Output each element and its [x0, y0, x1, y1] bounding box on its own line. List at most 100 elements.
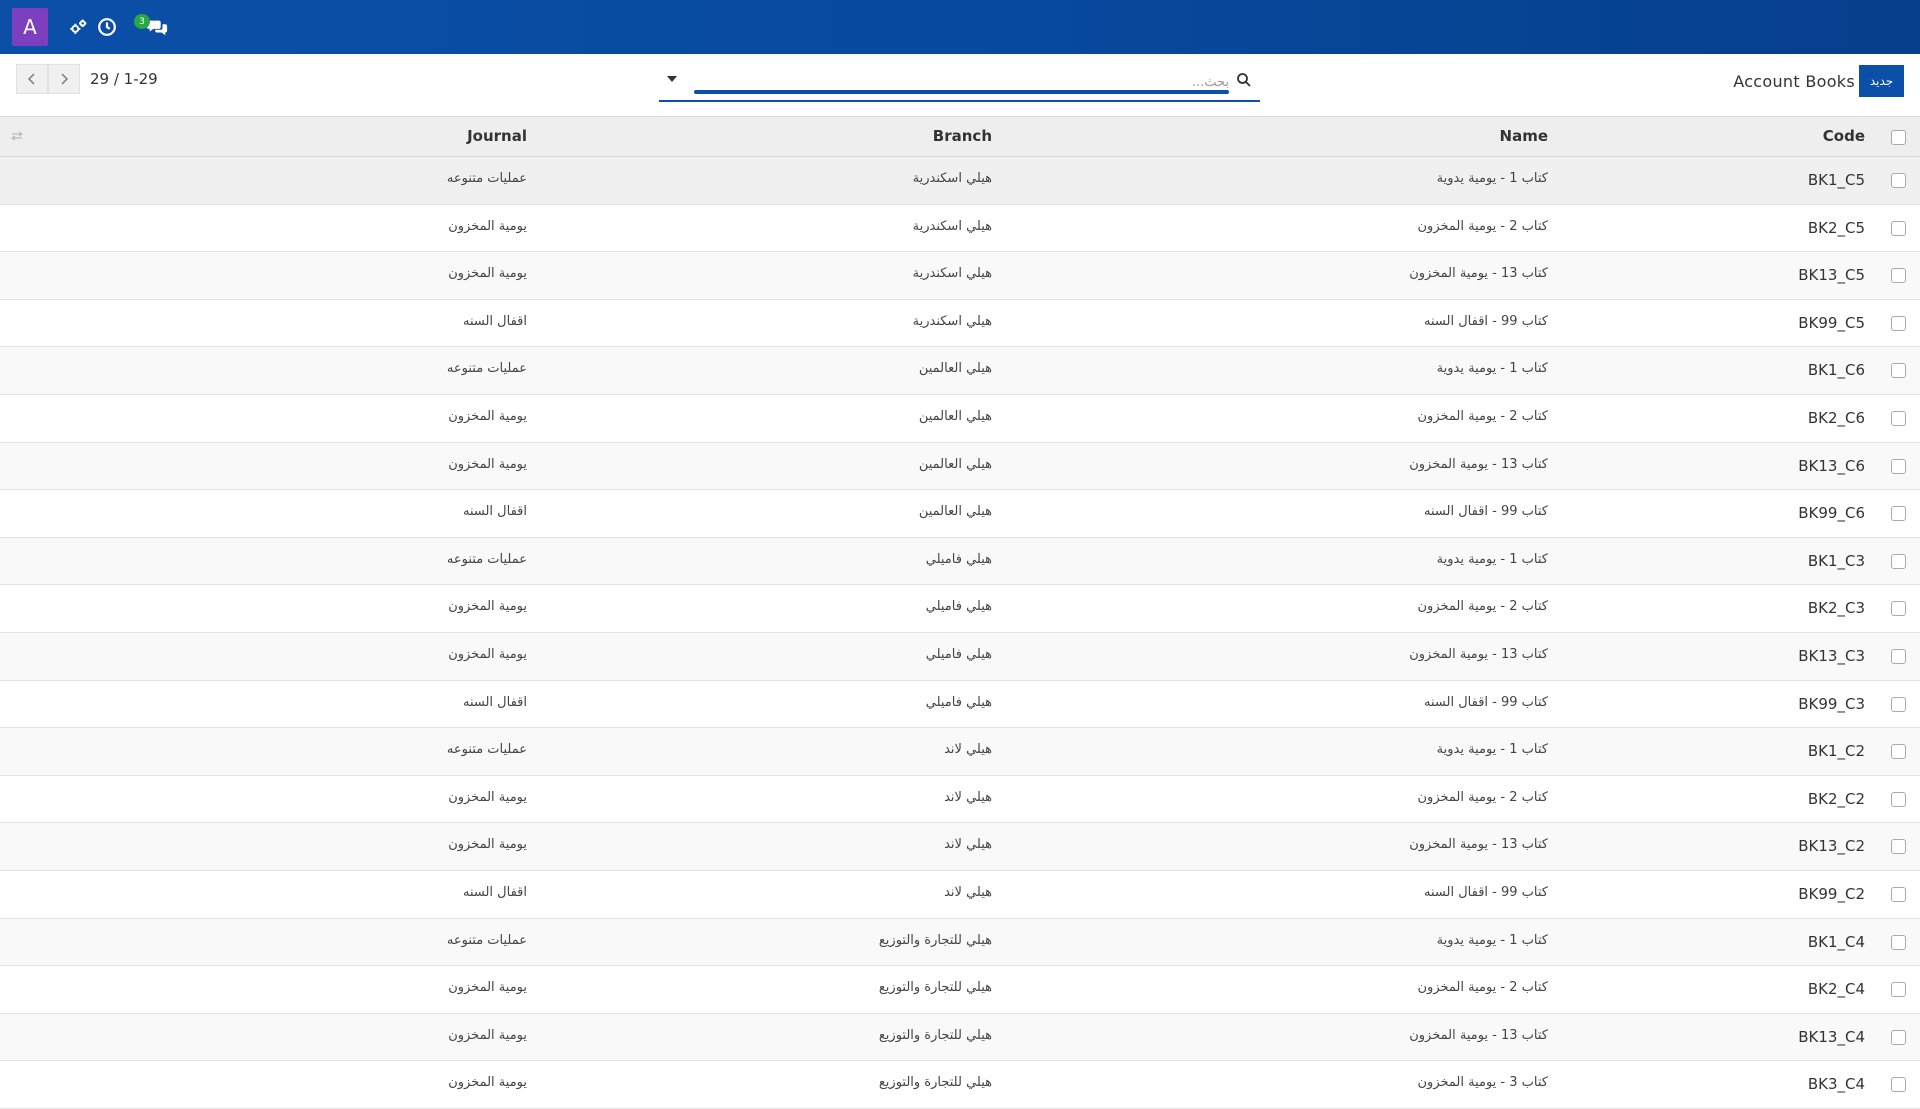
table-row[interactable]: يومية المخزون هيلي للتجارة والتوزيع كتاب 3… — [0, 1061, 1920, 1109]
row-journal: يومية المخزون — [448, 980, 527, 996]
header-code[interactable]: Code — [1823, 127, 1865, 145]
row-name: كتاب 99 - اقفال السنه — [1424, 884, 1548, 900]
row-journal: يومية المخزون — [448, 646, 527, 662]
table-row[interactable]: يومية المخزون هيلي العالمين كتاب 13 - يومي… — [0, 442, 1920, 491]
row-name: كتاب 2 - يومية المخزون — [1417, 599, 1549, 615]
row-journal: اقفال السنه — [462, 694, 527, 710]
row-branch: هيلي العالمين — [918, 504, 992, 520]
search-bar — [659, 64, 1260, 102]
row-branch: هيلي للتجارة والتوزيع — [878, 980, 992, 996]
row-checkbox[interactable] — [1891, 648, 1906, 664]
row-checkbox[interactable] — [1891, 1029, 1906, 1045]
select-all-checkbox[interactable] — [1891, 130, 1906, 145]
table-row[interactable]: يومية المخزون هيلي للتجارة والتوزيع كتاب 2… — [0, 966, 1920, 1014]
header-journal[interactable]: Journal — [467, 127, 527, 145]
table-row[interactable]: اقفال السنه هيلي اسكندرية كتاب 99 - اقفال … — [0, 300, 1920, 348]
row-name: كتاب 13 - يومية المخزون — [1409, 1027, 1548, 1043]
account-books-table: Journal Branch Name Code عمليات متنوعه هي… — [0, 117, 1920, 1109]
chat-badge: 3 — [134, 14, 150, 29]
row-branch: هيلي فاميلي — [925, 646, 992, 662]
row-branch: هيلي العالمين — [918, 408, 992, 424]
row-name: كتاب 1 - يومية يدوية — [1436, 932, 1548, 948]
row-code: BK2_C4 — [1807, 980, 1865, 999]
row-journal: يومية المخزون — [448, 266, 527, 282]
table-row[interactable]: عمليات متنوعه هيلي فاميلي كتاب 1 - يومية ي… — [0, 537, 1920, 586]
table-row[interactable]: عمليات متنوعه هيلي لاند كتاب 1 - يومية يدو… — [0, 728, 1920, 776]
row-journal: اقفال السنه — [462, 313, 527, 329]
search-icon[interactable] — [1236, 72, 1252, 88]
table-row[interactable]: عمليات متنوعه هيلي للتجارة والتوزيع كتاب 1… — [0, 918, 1920, 967]
row-journal: اقفال السنه — [462, 504, 527, 520]
new-button[interactable]: جديد — [1859, 65, 1904, 97]
pager-value[interactable]: 29 / 1-29 — [90, 70, 158, 88]
table-row[interactable]: اقفال السنه هيلي فاميلي كتاب 99 - اقفال ال… — [0, 681, 1920, 729]
row-checkbox[interactable] — [1891, 553, 1906, 569]
table-row[interactable]: اقفال السنه هيلي لاند كتاب 99 - اقفال السن… — [0, 871, 1920, 919]
settings-icon[interactable] — [68, 16, 90, 38]
row-journal: عمليات متنوعه — [446, 171, 527, 186]
row-checkbox[interactable] — [1891, 886, 1906, 902]
row-code: BK1_C6 — [1807, 361, 1865, 380]
table-row[interactable]: يومية المخزون هيلي لاند كتاب 2 - يومية الم… — [0, 776, 1920, 824]
row-checkbox[interactable] — [1891, 744, 1906, 760]
row-checkbox[interactable] — [1891, 982, 1906, 998]
row-code: BK2_C2 — [1807, 789, 1865, 808]
row-journal: عمليات متنوعه — [446, 551, 527, 567]
row-name: كتاب 2 - يومية المخزون — [1417, 218, 1549, 234]
table-row[interactable]: يومية المخزون هيلي اسكندرية كتاب 13 - يومي… — [0, 252, 1920, 300]
table-row[interactable]: يومية المخزون هيلي العالمين كتاب 2 - يومية… — [0, 395, 1920, 443]
row-checkbox[interactable] — [1891, 363, 1906, 379]
row-code: BK1_C2 — [1807, 742, 1865, 761]
row-journal: عمليات متنوعه — [446, 361, 527, 377]
row-checkbox[interactable] — [1891, 315, 1906, 331]
row-name: كتاب 13 - يومية المخزون — [1409, 456, 1548, 472]
table-row[interactable]: يومية المخزون هيلي لاند كتاب 13 - يومية ال… — [0, 823, 1920, 871]
row-checkbox[interactable] — [1891, 458, 1906, 474]
row-branch: هيلي للتجارة والتوزيع — [878, 1075, 992, 1091]
row-code: BK13_C6 — [1798, 456, 1865, 475]
row-journal: يومية المخزون — [448, 599, 527, 615]
row-name: كتاب 1 - يومية يدوية — [1436, 742, 1548, 758]
row-checkbox[interactable] — [1891, 791, 1906, 807]
row-checkbox[interactable] — [1891, 506, 1906, 522]
row-checkbox[interactable] — [1891, 410, 1906, 426]
search-focus-underline — [694, 90, 1229, 94]
optional-columns-icon[interactable] — [10, 129, 24, 143]
row-branch: هيلي فاميلي — [925, 551, 992, 567]
table-row[interactable]: يومية المخزون هيلي فاميلي كتاب 13 - يومية … — [0, 632, 1920, 681]
row-checkbox[interactable] — [1891, 601, 1906, 617]
table-header: Journal Branch Name Code — [0, 117, 1920, 157]
chevron-left-icon — [27, 73, 35, 85]
header-branch[interactable]: Branch — [933, 127, 992, 145]
row-branch: هيلي العالمين — [918, 456, 992, 472]
pager-next-button[interactable] — [48, 64, 80, 94]
table-row[interactable]: اقفال السنه هيلي العالمين كتاب 99 - اقفال … — [0, 490, 1920, 538]
row-code: BK2_C3 — [1807, 599, 1865, 618]
row-checkbox[interactable] — [1891, 268, 1906, 284]
table-row[interactable]: عمليات متنوعه هيلي اسكندرية كتاب 1 - يومية… — [0, 157, 1920, 205]
row-branch: هيلي اسكندرية — [912, 266, 992, 282]
search-options-toggle[interactable] — [667, 76, 677, 82]
row-branch: هيلي للتجارة والتوزيع — [878, 932, 992, 948]
pager-previous-button[interactable] — [16, 64, 48, 94]
row-branch: هيلي لاند — [944, 742, 992, 758]
row-code: BK13_C5 — [1798, 266, 1865, 285]
user-avatar[interactable]: A — [12, 8, 48, 46]
clock-icon[interactable] — [96, 16, 118, 38]
row-branch: هيلي فاميلي — [925, 694, 992, 710]
header-name[interactable]: Name — [1500, 127, 1548, 145]
row-checkbox[interactable] — [1891, 220, 1906, 236]
row-checkbox[interactable] — [1891, 696, 1906, 712]
row-checkbox[interactable] — [1891, 934, 1906, 950]
table-row[interactable]: يومية المخزون هيلي فاميلي كتاب 2 - يومية ا… — [0, 585, 1920, 633]
row-code: BK99_C2 — [1798, 884, 1865, 903]
table-row[interactable]: يومية المخزون هيلي اسكندرية كتاب 2 - يومية… — [0, 205, 1920, 253]
row-checkbox[interactable] — [1891, 839, 1906, 855]
row-checkbox[interactable] — [1891, 173, 1906, 188]
table-row[interactable]: يومية المخزون هيلي للتجارة والتوزيع كتاب 1… — [0, 1013, 1920, 1062]
row-journal: يومية المخزون — [448, 1075, 527, 1091]
row-code: BK1_C5 — [1807, 171, 1865, 189]
row-code: BK3_C4 — [1807, 1075, 1865, 1094]
chevron-right-icon — [61, 73, 69, 85]
table-row[interactable]: عمليات متنوعه هيلي العالمين كتاب 1 - يومية… — [0, 347, 1920, 395]
